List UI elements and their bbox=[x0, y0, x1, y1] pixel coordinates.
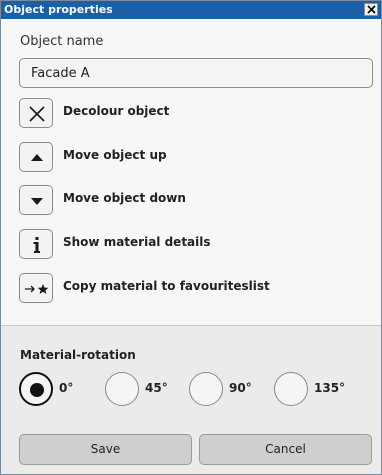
info-icon bbox=[33, 237, 40, 253]
move-down-button[interactable] bbox=[19, 185, 53, 215]
decolour-button[interactable] bbox=[19, 98, 53, 128]
window-title: Object properties bbox=[4, 3, 113, 16]
rotation-option-90[interactable]: 90° bbox=[189, 372, 271, 408]
move-down-action[interactable]: Move object down bbox=[19, 185, 379, 215]
show-material-details-action[interactable]: Show material details bbox=[19, 229, 379, 259]
rotation-option-45[interactable]: 45° bbox=[105, 372, 187, 408]
triangle-down-icon bbox=[31, 198, 43, 205]
material-details-label: Show material details bbox=[63, 235, 211, 249]
rotation-option-label: 135° bbox=[314, 381, 346, 395]
radio-dot bbox=[30, 383, 44, 397]
move-up-action[interactable]: Move object up bbox=[19, 142, 379, 172]
decolour-label: Decolour object bbox=[63, 104, 170, 118]
rotation-option-label: 0° bbox=[59, 381, 74, 395]
rotation-option-label: 90° bbox=[229, 381, 252, 395]
triangle-up-icon bbox=[31, 154, 43, 161]
radio-button[interactable] bbox=[274, 372, 308, 406]
decolour-object-action[interactable]: Decolour object bbox=[19, 98, 379, 128]
rotation-option-0[interactable]: 0° bbox=[19, 372, 101, 408]
radio-button[interactable] bbox=[189, 372, 223, 406]
save-button[interactable]: Save bbox=[19, 434, 192, 465]
cancel-button[interactable]: Cancel bbox=[199, 434, 372, 465]
material-details-button[interactable] bbox=[19, 229, 53, 259]
rotation-option-135[interactable]: 135° bbox=[274, 372, 356, 408]
title-bar[interactable]: Object properties bbox=[1, 1, 381, 19]
copy-to-favourites-action[interactable]: Copy material to favouriteslist bbox=[19, 273, 379, 303]
close-button[interactable] bbox=[364, 3, 378, 16]
object-name-field[interactable] bbox=[19, 58, 373, 88]
move-up-label: Move object up bbox=[63, 148, 167, 162]
rotation-option-label: 45° bbox=[145, 381, 168, 395]
radio-button[interactable] bbox=[19, 372, 53, 406]
arrow-star-icon bbox=[25, 284, 49, 294]
object-name-label: Object name bbox=[20, 34, 104, 49]
radio-button[interactable] bbox=[105, 372, 139, 406]
move-down-label: Move object down bbox=[63, 191, 186, 205]
copy-to-favourites-label: Copy material to favouriteslist bbox=[63, 279, 270, 293]
copy-to-favourites-button[interactable] bbox=[19, 273, 53, 303]
move-up-button[interactable] bbox=[19, 142, 53, 172]
x-icon bbox=[29, 106, 45, 122]
material-rotation-label: Material-rotation bbox=[20, 348, 136, 362]
close-icon bbox=[367, 5, 376, 14]
object-properties-dialog: Object properties Object name Decolour o… bbox=[0, 0, 382, 475]
